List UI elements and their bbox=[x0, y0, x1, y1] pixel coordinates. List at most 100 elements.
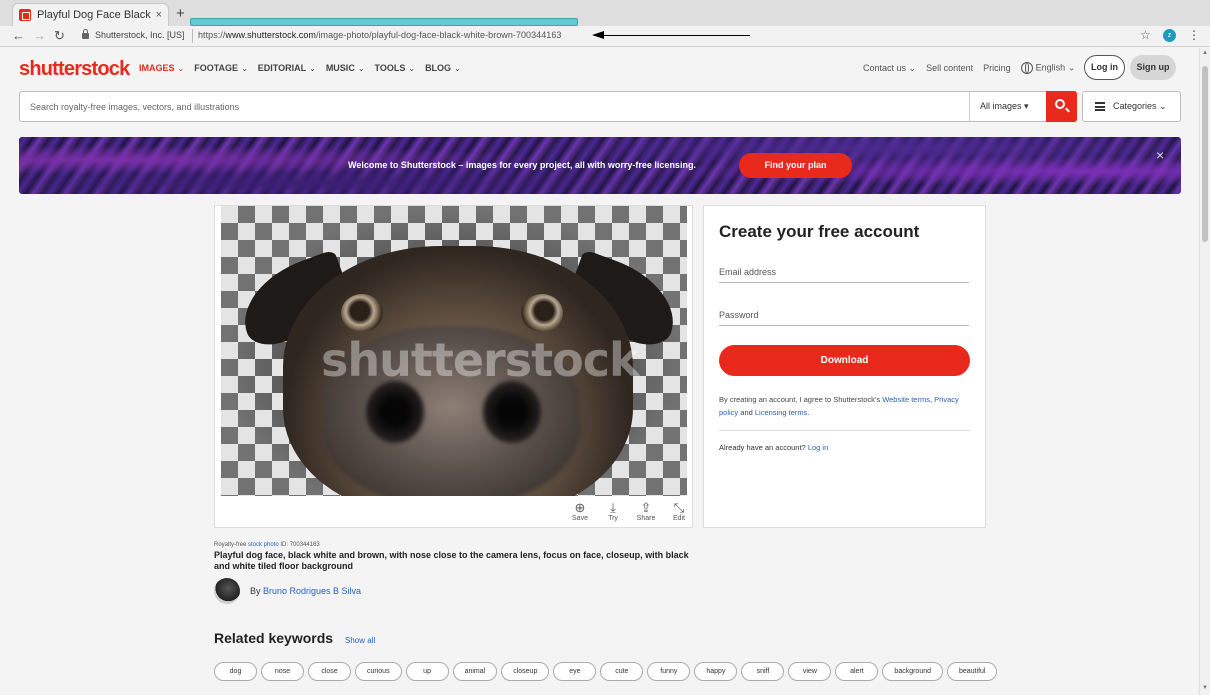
edit-label: Edit bbox=[672, 515, 686, 522]
language-selector[interactable]: English ⌄ bbox=[1020, 62, 1075, 74]
nav-music[interactable]: MUSIC ⌄ bbox=[326, 63, 365, 73]
page-scrollbar[interactable]: ▲ ▼ bbox=[1199, 48, 1210, 695]
share-icon: ⇪ bbox=[640, 500, 652, 515]
signup-login-link[interactable]: Log in bbox=[808, 443, 828, 452]
right-nav: Contact us ⌄ Sell content Pricing Englis… bbox=[863, 62, 1075, 74]
browser-tab[interactable]: Playful Dog Face Black Wh × bbox=[12, 3, 169, 26]
author-avatar[interactable] bbox=[214, 578, 240, 604]
nav-blog[interactable]: BLOG ⌄ bbox=[425, 63, 461, 73]
login-button[interactable]: Log in bbox=[1084, 55, 1125, 80]
save-plus-icon: ⊕ bbox=[574, 500, 586, 515]
keyword-chip[interactable]: beautiful bbox=[947, 662, 998, 681]
scroll-thumb[interactable] bbox=[1202, 66, 1208, 242]
banner-close-icon[interactable]: × bbox=[1156, 147, 1164, 163]
search-input[interactable] bbox=[20, 92, 968, 121]
chevron-down-icon: ⌄ bbox=[357, 64, 365, 73]
save-button[interactable]: ⊕ Save bbox=[570, 500, 590, 522]
keyword-chip[interactable]: nose bbox=[261, 662, 304, 681]
shutterstock-logo[interactable]: shutterstock bbox=[19, 58, 130, 81]
keyword-chip[interactable]: eye bbox=[553, 662, 597, 681]
keyword-chip[interactable]: close bbox=[308, 662, 351, 681]
annotation-arrow-icon bbox=[592, 31, 750, 39]
nav-images[interactable]: IMAGES ⌄ bbox=[139, 63, 184, 73]
stock-photo-link[interactable]: stock photo bbox=[248, 542, 279, 548]
website-terms-link[interactable]: Website terms bbox=[882, 395, 930, 404]
chevron-down-icon: ⌄ bbox=[408, 64, 416, 73]
list-icon bbox=[1095, 102, 1105, 111]
keyword-chip[interactable]: cute bbox=[600, 662, 644, 681]
edit-button[interactable]: ⤡ Edit bbox=[669, 500, 689, 522]
keyword-chip[interactable]: view bbox=[788, 662, 832, 681]
keyword-chip[interactable]: alert bbox=[835, 662, 879, 681]
contact-us-label: Contact us bbox=[863, 62, 907, 73]
download-button[interactable]: Download bbox=[719, 345, 970, 376]
nav-music-label: MUSIC bbox=[325, 63, 355, 73]
image-type-select[interactable]: All images ▾ bbox=[969, 92, 1046, 121]
dog-nostril-right bbox=[483, 381, 541, 443]
already-account-label: Already have an account? bbox=[719, 443, 808, 452]
sell-content-link[interactable]: Sell content bbox=[926, 63, 973, 73]
email-input[interactable] bbox=[719, 263, 969, 281]
chevron-down-icon: ⌄ bbox=[1159, 101, 1167, 111]
author-link[interactable]: Bruno Rodrigues B Silva bbox=[263, 586, 361, 596]
nav-editorial[interactable]: EDITORIAL ⌄ bbox=[258, 63, 316, 73]
nav-footage[interactable]: FOOTAGE ⌄ bbox=[194, 63, 248, 73]
url-prefix: https:// bbox=[198, 30, 226, 40]
dog-eye-left bbox=[341, 294, 383, 332]
keyword-chip[interactable]: funny bbox=[647, 662, 691, 681]
save-label: Save bbox=[572, 515, 588, 522]
show-all-link[interactable]: Show all bbox=[345, 636, 375, 645]
keyword-chip[interactable]: animal bbox=[452, 662, 498, 681]
chevron-down-icon: ⌄ bbox=[908, 62, 917, 73]
contact-us-link[interactable]: Contact us ⌄ bbox=[863, 63, 916, 74]
chevron-down-icon: ⌄ bbox=[177, 64, 185, 73]
password-field bbox=[719, 306, 969, 326]
pricing-link[interactable]: Pricing bbox=[983, 63, 1011, 73]
profile-avatar[interactable]: z bbox=[1163, 29, 1176, 42]
try-button[interactable]: ⤓ Try bbox=[603, 500, 623, 522]
keyword-chip[interactable]: dog bbox=[214, 662, 257, 681]
download-icon: ⤓ bbox=[610, 500, 616, 515]
find-plan-button[interactable]: Find your plan bbox=[739, 153, 852, 178]
dog-photo[interactable]: shutterstock bbox=[221, 206, 687, 496]
nav-tools[interactable]: TOOLS ⌄ bbox=[375, 63, 416, 73]
scroll-down-icon[interactable]: ▼ bbox=[1202, 685, 1208, 691]
keyword-chips: dog nose close curious up animal closeup… bbox=[214, 662, 998, 681]
page: shutterstock IMAGES ⌄ FOOTAGE ⌄ EDITORIAL ⌄… bbox=[0, 48, 1200, 695]
browser-menu-icon[interactable]: ⋮ bbox=[1188, 28, 1200, 42]
back-arrow-icon[interactable]: ← bbox=[12, 28, 25, 43]
share-button[interactable]: ⇪ Share bbox=[636, 500, 656, 522]
url-domain: www.shutterstock.com bbox=[225, 30, 316, 40]
new-tab-button[interactable]: + bbox=[176, 5, 185, 22]
search-button[interactable] bbox=[1046, 91, 1077, 122]
keyword-chip[interactable]: background bbox=[882, 662, 944, 681]
site-identity[interactable]: Shutterstock, Inc. [US] bbox=[82, 29, 185, 40]
language-label: English bbox=[1035, 62, 1066, 73]
categories-button[interactable]: Categories ⌄ bbox=[1082, 91, 1181, 122]
forward-arrow-icon[interactable]: → bbox=[33, 28, 46, 43]
image-preview-card: shutterstock ⊕ Save ⤓ Try ⇪ Share ⤡ Edit bbox=[214, 205, 693, 528]
image-actions: ⊕ Save ⤓ Try ⇪ Share ⤡ Edit bbox=[570, 500, 689, 522]
keyword-chip[interactable]: sniff bbox=[741, 662, 785, 681]
terms-and: and bbox=[738, 408, 755, 417]
signup-button[interactable]: Sign up bbox=[1130, 55, 1176, 80]
keyword-chip[interactable]: curious bbox=[355, 662, 402, 681]
promo-banner: Welcome to Shutterstock – images for eve… bbox=[19, 137, 1181, 194]
bookmark-star-icon[interactable]: ☆ bbox=[1140, 28, 1151, 42]
licensing-terms-link[interactable]: Licensing terms bbox=[755, 408, 808, 417]
author-prefix: By bbox=[250, 586, 264, 596]
main-nav: IMAGES ⌄ FOOTAGE ⌄ EDITORIAL ⌄ MUSIC ⌄ TOOLS… bbox=[139, 63, 461, 73]
terms-intro: By creating an account, I agree to Shutt… bbox=[719, 395, 883, 404]
reload-icon[interactable]: ↻ bbox=[54, 28, 65, 44]
address-bar[interactable]: https://www.shutterstock.com/image-photo… bbox=[198, 30, 561, 40]
keyword-chip[interactable]: up bbox=[405, 662, 449, 681]
tab-close-icon[interactable]: × bbox=[156, 9, 162, 21]
password-input[interactable] bbox=[719, 306, 969, 324]
keyword-chip[interactable]: closeup bbox=[501, 662, 550, 681]
scroll-up-icon[interactable]: ▲ bbox=[1202, 50, 1208, 56]
keyword-chip[interactable]: happy bbox=[694, 662, 738, 681]
url-separator bbox=[192, 29, 193, 43]
terms-text: By creating an account, I agree to Shutt… bbox=[719, 395, 959, 417]
image-meta: Royalty-free stock photo ID: 700344163 bbox=[214, 542, 320, 548]
share-label: Share bbox=[636, 515, 656, 522]
